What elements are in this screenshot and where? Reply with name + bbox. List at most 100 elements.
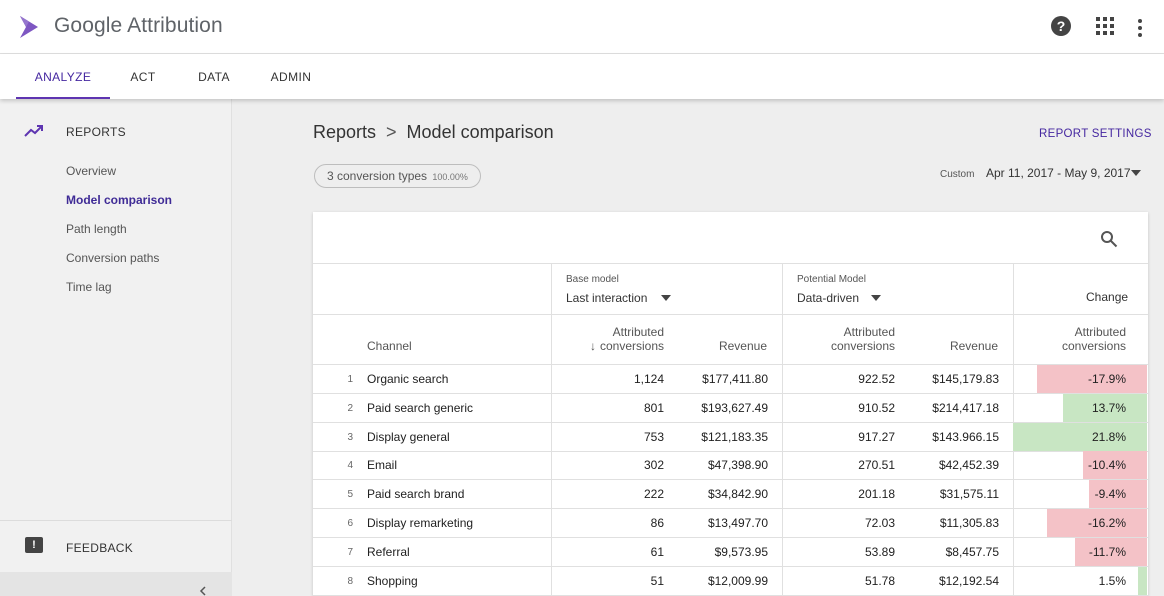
help-icon[interactable]: ? <box>1051 16 1071 36</box>
sidebar-item-overview[interactable]: Overview <box>66 164 116 178</box>
potential-conversions: 51.78 <box>864 574 895 588</box>
feedback-icon[interactable]: ! <box>25 537 43 553</box>
potential-conversions: 201.18 <box>858 487 895 501</box>
row-index: 7 <box>347 547 353 558</box>
tab-act[interactable]: ACT <box>118 54 168 99</box>
report-settings-button[interactable]: REPORT SETTINGS <box>1039 128 1152 140</box>
table-row[interactable]: 3 Display general 753 $121,183.35 917.27 $143… <box>313 423 1148 452</box>
base-model-dropdown-icon[interactable] <box>661 295 671 301</box>
potential-revenue: $145,179.83 <box>932 372 999 386</box>
attribution-logo-icon[interactable] <box>18 14 40 40</box>
base-revenue: $12,009.99 <box>707 574 768 588</box>
tab-analyze[interactable]: ANALYZE <box>16 54 110 99</box>
potential-revenue: $12,192.54 <box>938 574 999 588</box>
potential-model-select[interactable]: Data-driven <box>797 291 859 305</box>
base-conversions: 801 <box>643 401 664 415</box>
potential-conversions: 53.89 <box>864 545 895 559</box>
potential-conversions: 270.51 <box>858 458 895 472</box>
apps-icon[interactable] <box>1096 17 1114 35</box>
row-index: 1 <box>347 374 353 385</box>
column-header-potential-revenue[interactable]: Revenue <box>930 339 998 353</box>
change-bar <box>1138 567 1147 595</box>
more-vert-icon[interactable] <box>1132 17 1148 39</box>
date-range-label: Custom <box>940 169 975 180</box>
channel-name: Email <box>367 458 398 472</box>
breadcrumb: Reports > Model comparison <box>313 122 554 143</box>
search-icon[interactable] <box>1100 230 1118 248</box>
channel-name: Paid search generic <box>367 401 474 415</box>
row-index: 5 <box>347 489 353 500</box>
potential-revenue: $143.966.15 <box>932 430 999 444</box>
base-conversions: 86 <box>650 516 664 530</box>
sidebar-item-conversion-paths[interactable]: Conversion paths <box>66 251 159 265</box>
channel-name: Paid search brand <box>367 487 465 501</box>
base-conversions: 753 <box>643 430 664 444</box>
potential-model-dropdown-icon[interactable] <box>871 295 881 301</box>
base-revenue: $193,627.49 <box>701 401 768 415</box>
tab-admin[interactable]: ADMIN <box>262 54 320 99</box>
row-index: 4 <box>347 460 353 471</box>
change-conversions: 13.7% <box>1091 401 1126 415</box>
potential-conversions: 922.52 <box>858 372 895 386</box>
main-nav: ANALYZE ACT DATA ADMIN <box>0 54 1164 99</box>
column-header-potential-conversions[interactable]: Attributed conversions <box>810 325 895 353</box>
table-divider <box>313 314 1148 315</box>
table-row[interactable]: 1 Organic search 1,124 $177,411.80 922.52 $14… <box>313 365 1148 394</box>
change-conversions: -16.2% <box>1087 516 1126 530</box>
change-conversions: -11.7% <box>1088 545 1126 559</box>
page-title: Model comparison <box>406 122 554 142</box>
column-header-channel[interactable]: Channel <box>367 339 412 353</box>
date-range-selector[interactable]: Apr 11, 2017 - May 9, 2017 <box>986 166 1131 180</box>
base-revenue: $177,411.80 <box>702 372 768 386</box>
base-model-label: Base model <box>566 274 619 285</box>
sort-descending-icon: ↓ <box>589 339 596 353</box>
change-conversions: -10.4% <box>1087 458 1126 472</box>
row-index: 3 <box>347 432 353 443</box>
base-conversions: 1,124 <box>633 372 664 386</box>
table-row[interactable]: 6 Display remarketing 86 $13,497.70 72.03 $11… <box>313 509 1148 538</box>
sidebar-item-path-length[interactable]: Path length <box>66 222 127 236</box>
app-header: Google Attribution ? <box>0 0 1164 54</box>
sidebar-item-model-comparison[interactable]: Model comparison <box>66 193 172 207</box>
column-header-base-revenue[interactable]: Revenue <box>700 339 767 353</box>
chevron-left-icon[interactable] <box>198 586 208 596</box>
potential-revenue: $8,457.75 <box>945 545 999 559</box>
conversion-types-chip[interactable]: 3 conversion types 100.00% <box>314 164 481 188</box>
table-divider <box>313 263 1148 264</box>
table-row[interactable]: 7 Referral 61 $9,573.95 53.89 $8,457.75 -11.7% <box>313 538 1148 567</box>
potential-revenue: $31,575.11 <box>939 487 999 501</box>
column-header-base-conversions[interactable]: Attributed ↓ conversions <box>570 325 664 353</box>
chip-percent: 100.00% <box>432 172 468 182</box>
sidebar-item-time-lag[interactable]: Time lag <box>66 280 112 294</box>
row-index: 6 <box>347 518 353 529</box>
breadcrumb-separator: > <box>386 122 397 142</box>
tab-data[interactable]: DATA <box>188 54 240 99</box>
change-conversions: -17.9% <box>1087 372 1126 386</box>
sidebar-section-reports[interactable]: REPORTS <box>66 125 126 139</box>
potential-conversions: 72.03 <box>864 516 895 530</box>
potential-revenue: $42,452.39 <box>938 458 999 472</box>
feedback-link[interactable]: FEEDBACK <box>66 541 133 555</box>
base-revenue: $121,183.35 <box>701 430 768 444</box>
table-row[interactable]: 5 Paid search brand 222 $34,842.90 201.18 $31… <box>313 480 1148 509</box>
potential-model-label: Potential Model <box>797 274 866 285</box>
potential-conversions: 910.52 <box>858 401 895 415</box>
base-conversions: 222 <box>643 487 664 501</box>
trending-up-icon <box>24 125 43 137</box>
column-header-change-conversions[interactable]: Attributed conversions <box>1040 325 1126 353</box>
channel-name: Referral <box>367 545 410 559</box>
potential-revenue: $11,305.83 <box>939 516 999 530</box>
breadcrumb-reports[interactable]: Reports <box>313 122 376 142</box>
change-conversions: 21.8% <box>1091 430 1126 444</box>
table-row[interactable]: 8 Shopping 51 $12,009.99 51.78 $12,192.54 1.5% <box>313 567 1148 596</box>
base-model-select[interactable]: Last interaction <box>566 291 647 305</box>
table-row[interactable]: 2 Paid search generic 801 $193,627.49 910.52… <box>313 394 1148 423</box>
sidebar-divider <box>0 520 232 521</box>
change-header: Change <box>1086 290 1129 304</box>
potential-revenue: $214,417.18 <box>932 401 999 415</box>
potential-conversions: 917.27 <box>858 430 895 444</box>
date-dropdown-icon[interactable] <box>1131 170 1141 176</box>
channel-name: Display general <box>367 430 450 444</box>
base-conversions: 61 <box>650 545 664 559</box>
table-row[interactable]: 4 Email 302 $47,398.90 270.51 $42,452.39 -10.4… <box>313 451 1148 480</box>
